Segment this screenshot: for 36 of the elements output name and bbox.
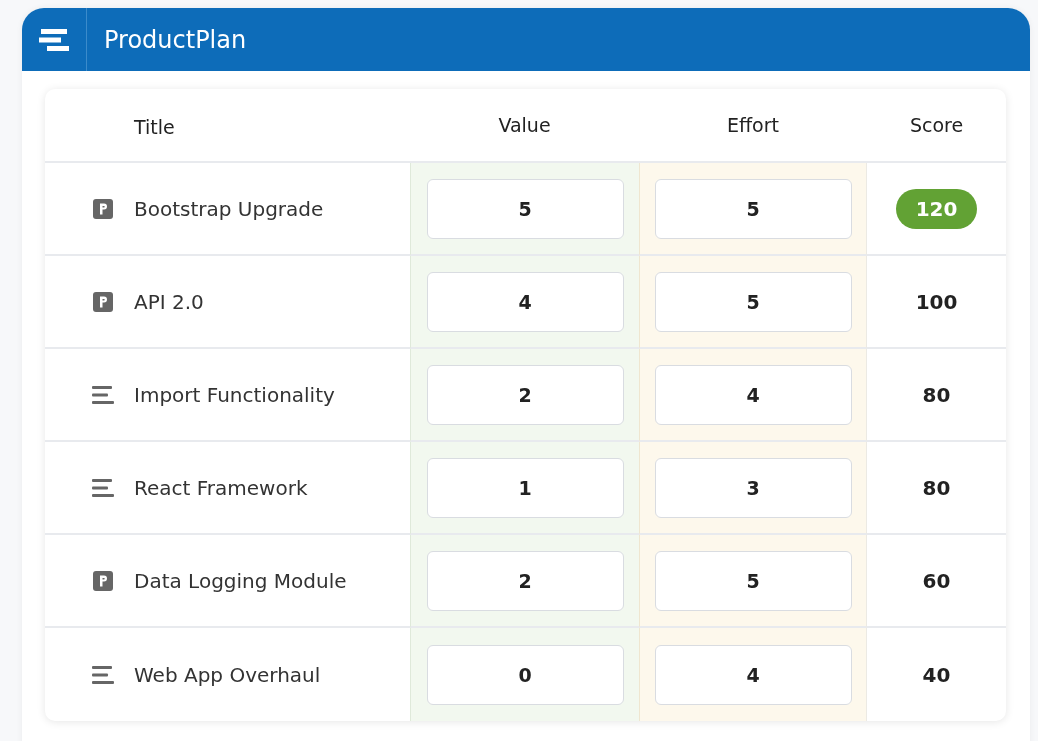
p-icon	[92, 198, 114, 219]
value-field[interactable]: 2	[426, 364, 624, 425]
score-badge: 120	[895, 188, 978, 229]
column-header: Score	[909, 114, 964, 136]
item-title: Web App Overhaul	[134, 662, 321, 687]
lines-icon	[92, 478, 114, 497]
column-header: Title	[134, 116, 175, 138]
effort-field[interactable]: 4	[654, 644, 852, 705]
item-title: React Framework	[134, 475, 308, 500]
effort-field[interactable]: 3	[654, 457, 852, 518]
item-title: Bootstrap Upgrade	[134, 196, 324, 221]
p-icon	[92, 291, 114, 312]
lines-icon	[92, 385, 114, 404]
effort-field[interactable]: 5	[654, 271, 852, 332]
p-icon	[92, 570, 114, 591]
score-text: 80	[921, 381, 952, 409]
value-field[interactable]: 2	[426, 550, 624, 611]
value-field[interactable]: 4	[426, 271, 624, 332]
value-field[interactable]: 5	[426, 178, 624, 239]
effort-field[interactable]: 5	[654, 550, 852, 611]
column-header: Effort	[727, 114, 779, 136]
item-title: API 2.0	[134, 289, 204, 314]
effort-field[interactable]: 5	[654, 178, 852, 239]
item-title: Import Functionality	[134, 382, 335, 407]
item-title: Data Logging Module	[134, 568, 347, 593]
logo-icon	[39, 28, 69, 51]
column-header: Value	[498, 114, 551, 136]
value-field[interactable]: 0	[426, 644, 624, 705]
value-field[interactable]: 1	[426, 457, 624, 518]
score-text: 80	[921, 474, 952, 502]
score-text: 60	[921, 567, 952, 595]
score-text: 100	[914, 288, 959, 316]
app-title: ProductPlan	[104, 25, 247, 54]
lines-icon	[92, 665, 114, 684]
score-text: 40	[921, 661, 952, 689]
effort-field[interactable]: 4	[654, 364, 852, 425]
